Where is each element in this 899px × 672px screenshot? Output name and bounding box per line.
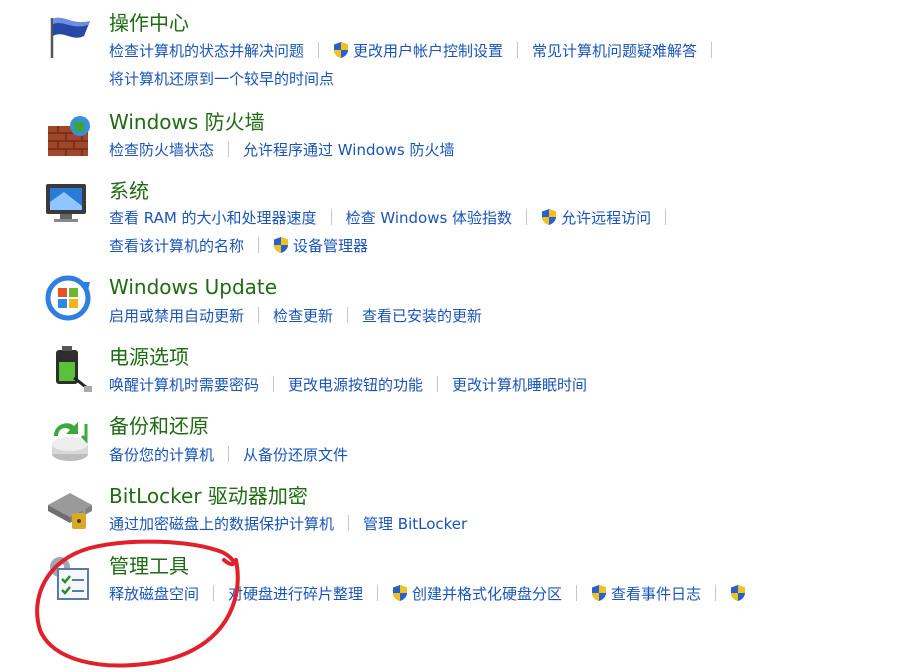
section-links: 查看 RAM 的大小和处理器速度 检查 Windows 体验指数 允许远程访问 xyxy=(109,207,680,229)
separator xyxy=(273,376,275,392)
link-manage-bitlocker[interactable]: 管理 BitLocker xyxy=(363,515,467,533)
separator xyxy=(576,585,578,601)
separator xyxy=(517,42,519,58)
firewall-icon[interactable] xyxy=(44,112,96,164)
section-links: 备份您的计算机 从备份还原文件 xyxy=(109,444,348,466)
link-troubleshoot[interactable]: 常见计算机问题疑难解答 xyxy=(532,42,697,60)
section-links-row2: 查看该计算机的名称 设备管理器 xyxy=(109,235,368,257)
section-links: 唤醒计算机时需要密码 更改电源按钮的功能 更改计算机睡眠时间 xyxy=(109,374,587,396)
link-auto-update[interactable]: 启用或禁用自动更新 xyxy=(109,307,244,325)
section-title[interactable]: BitLocker 驱动器加密 xyxy=(109,483,308,509)
link-wake-password[interactable]: 唤醒计算机时需要密码 xyxy=(109,376,259,394)
link-check-updates[interactable]: 检查更新 xyxy=(273,307,333,325)
uac-shield-icon xyxy=(592,585,607,601)
separator xyxy=(526,209,528,225)
section-title[interactable]: Windows 防火墙 xyxy=(109,109,265,135)
link-restore-point[interactable]: 将计算机还原到一个较早的时间点 xyxy=(109,70,334,88)
separator xyxy=(228,141,230,157)
control-panel-system-security: 操作中心 检查计算机的状态并解决问题 更改用户帐户控制设置 常见计算机问题疑难解答 … xyxy=(0,0,899,672)
separator xyxy=(437,376,439,392)
separator xyxy=(258,307,260,323)
link-sleep-time[interactable]: 更改计算机睡眠时间 xyxy=(452,376,587,394)
link-firewall-status[interactable]: 检查防火墙状态 xyxy=(109,141,214,159)
link-check-status[interactable]: 检查计算机的状态并解决问题 xyxy=(109,42,304,60)
system-icon[interactable] xyxy=(44,178,96,230)
separator xyxy=(347,307,349,323)
link-ram-cpu[interactable]: 查看 RAM 的大小和处理器速度 xyxy=(109,209,317,227)
uac-shield-icon xyxy=(274,237,289,253)
section-links-row2: 将计算机还原到一个较早的时间点 xyxy=(109,68,334,90)
admin-tools-icon[interactable] xyxy=(44,553,96,605)
windows-update-icon[interactable] xyxy=(44,272,96,324)
separator xyxy=(318,42,320,58)
separator xyxy=(213,585,215,601)
section-title[interactable]: 管理工具 xyxy=(109,553,189,579)
separator xyxy=(258,237,260,253)
bitlocker-icon[interactable] xyxy=(44,483,96,535)
separator xyxy=(715,585,717,601)
section-title[interactable]: 操作中心 xyxy=(109,10,189,36)
battery-icon[interactable] xyxy=(44,344,96,396)
link-power-button[interactable]: 更改电源按钮的功能 xyxy=(288,376,423,394)
link-installed-updates[interactable]: 查看已安装的更新 xyxy=(362,307,482,325)
link-experience-index[interactable]: 检查 Windows 体验指数 xyxy=(346,209,513,227)
section-title[interactable]: 系统 xyxy=(109,178,149,204)
separator xyxy=(665,209,667,225)
link-defragment[interactable]: 对硬盘进行碎片整理 xyxy=(228,585,363,603)
section-links: 启用或禁用自动更新 检查更新 查看已安装的更新 xyxy=(109,305,482,327)
link-create-partition[interactable]: 创建并格式化硬盘分区 xyxy=(392,585,562,603)
separator xyxy=(711,42,713,58)
link-event-log[interactable]: 查看事件日志 xyxy=(591,585,701,603)
section-title[interactable]: 备份和还原 xyxy=(109,413,209,439)
separator xyxy=(330,209,332,225)
section-links: 检查计算机的状态并解决问题 更改用户帐户控制设置 常见计算机问题疑难解答 xyxy=(109,40,726,62)
uac-shield-icon xyxy=(542,209,557,225)
uac-shield-icon xyxy=(334,42,349,58)
flag-icon[interactable] xyxy=(44,10,96,62)
uac-shield-icon[interactable] xyxy=(730,584,746,602)
link-device-manager[interactable]: 设备管理器 xyxy=(273,237,368,255)
link-allow-program[interactable]: 允许程序通过 Windows 防火墙 xyxy=(243,141,455,159)
link-remote-access[interactable]: 允许远程访问 xyxy=(541,209,651,227)
backup-icon[interactable] xyxy=(44,414,96,466)
link-computer-name[interactable]: 查看该计算机的名称 xyxy=(109,237,244,255)
link-restore-files[interactable]: 从备份还原文件 xyxy=(243,446,348,464)
link-disk-cleanup[interactable]: 释放磁盘空间 xyxy=(109,585,199,603)
link-backup-computer[interactable]: 备份您的计算机 xyxy=(109,446,214,464)
section-links: 释放磁盘空间 对硬盘进行碎片整理 创建并格式化硬盘分区 查看事件日志 xyxy=(109,583,750,605)
section-title[interactable]: Windows Update xyxy=(109,274,277,300)
link-uac-settings[interactable]: 更改用户帐户控制设置 xyxy=(333,42,503,60)
uac-shield-icon xyxy=(393,585,408,601)
separator xyxy=(228,446,230,462)
section-links: 检查防火墙状态 允许程序通过 Windows 防火墙 xyxy=(109,139,455,161)
separator xyxy=(348,515,350,531)
section-title[interactable]: 电源选项 xyxy=(109,344,189,370)
link-encrypt-disk[interactable]: 通过加密磁盘上的数据保护计算机 xyxy=(109,515,334,533)
section-links: 通过加密磁盘上的数据保护计算机 管理 BitLocker xyxy=(109,513,467,535)
separator xyxy=(377,585,379,601)
